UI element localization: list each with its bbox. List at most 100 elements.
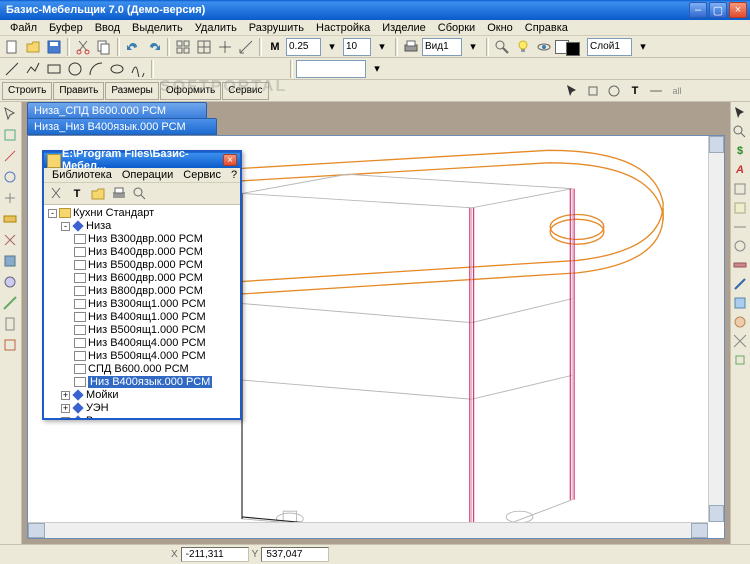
rt-tool7-icon[interactable] bbox=[731, 218, 749, 236]
rt-tool9-icon[interactable] bbox=[731, 256, 749, 274]
rect-icon[interactable] bbox=[44, 59, 64, 79]
tab-dims[interactable]: Размеры bbox=[105, 82, 159, 100]
cut-icon[interactable] bbox=[73, 37, 93, 57]
undo-icon[interactable] bbox=[123, 37, 143, 57]
rt-cursor-icon[interactable] bbox=[731, 104, 749, 122]
maximize-button[interactable]: ▢ bbox=[709, 2, 727, 18]
rt-tool11-icon[interactable] bbox=[731, 294, 749, 312]
tree-leaf[interactable]: Низ В300ящ1.000 РСМ bbox=[74, 298, 238, 311]
tree-leaf[interactable]: Низ В400двр.000 РСМ bbox=[74, 246, 238, 259]
menu-assemblies[interactable]: Сборки bbox=[432, 22, 481, 34]
text-t-icon[interactable]: T bbox=[625, 81, 645, 101]
lt-tool6-icon[interactable] bbox=[0, 209, 20, 229]
lib-search-icon[interactable] bbox=[130, 184, 150, 204]
grid1-icon[interactable] bbox=[173, 37, 193, 57]
expand-icon[interactable]: - bbox=[61, 222, 70, 231]
minimize-button[interactable]: – bbox=[689, 2, 707, 18]
menu-input[interactable]: Ввод bbox=[89, 22, 126, 34]
input-scale2[interactable] bbox=[343, 38, 371, 56]
lt-tool11-icon[interactable] bbox=[0, 314, 20, 334]
bulb-icon[interactable] bbox=[513, 37, 533, 57]
arc-icon[interactable] bbox=[86, 59, 106, 79]
snap4-icon[interactable]: all bbox=[667, 81, 687, 101]
library-tree[interactable]: -Кухни Стандарт -Низа Низ В300двр.000 РС… bbox=[44, 205, 240, 418]
doc-tab-2[interactable]: Низа_Низ В400язык.000 РСМ bbox=[27, 118, 217, 135]
scrollbar-vertical[interactable] bbox=[708, 136, 724, 522]
rt-tool14-icon[interactable] bbox=[731, 351, 749, 369]
print-icon[interactable] bbox=[401, 37, 421, 57]
snap1-icon[interactable] bbox=[583, 81, 603, 101]
linetype-select[interactable] bbox=[296, 60, 366, 78]
tree-leaf[interactable]: Низ В600двр.000 РСМ bbox=[74, 272, 238, 285]
lib-print-icon[interactable] bbox=[109, 184, 129, 204]
scrollbar-horizontal[interactable] bbox=[28, 522, 708, 538]
lt-tool10-icon[interactable] bbox=[0, 293, 20, 313]
dropdown2-icon[interactable]: ▾ bbox=[372, 37, 392, 57]
tab-service[interactable]: Сервис bbox=[222, 82, 268, 100]
expand-icon[interactable]: + bbox=[61, 404, 70, 413]
tree-root[interactable]: -Кухни Стандарт -Низа Низ В300двр.000 РС… bbox=[48, 207, 238, 418]
tree-leaf[interactable]: Низ В500двр.000 РСМ bbox=[74, 259, 238, 272]
lt-tool2-icon[interactable] bbox=[0, 125, 20, 145]
rt-tool10-icon[interactable] bbox=[731, 275, 749, 293]
open-icon[interactable] bbox=[23, 37, 43, 57]
zoom-icon[interactable] bbox=[492, 37, 512, 57]
rt-tool6-icon[interactable] bbox=[731, 199, 749, 217]
tree-leaf[interactable]: СПД В600.000 РСМ bbox=[74, 363, 238, 376]
tree-item[interactable]: +Мойки bbox=[61, 389, 238, 402]
tree-leaf-selected[interactable]: Низ В400язык.000 РСМ bbox=[74, 376, 238, 389]
tree-item[interactable]: +Верха bbox=[61, 415, 238, 418]
input-scale1[interactable] bbox=[286, 38, 321, 56]
layer-select[interactable] bbox=[587, 38, 632, 56]
pointer-icon[interactable] bbox=[562, 81, 582, 101]
tree-leaf[interactable]: Низ В400ящ1.000 РСМ bbox=[74, 311, 238, 324]
lib-text-icon[interactable]: T bbox=[67, 184, 87, 204]
layer-dropdown-icon[interactable]: ▾ bbox=[633, 37, 653, 57]
ellipse-icon[interactable] bbox=[107, 59, 127, 79]
library-close-button[interactable]: × bbox=[223, 154, 237, 166]
tree-leaf[interactable]: Низ В500ящ1.000 РСМ bbox=[74, 324, 238, 337]
lt-tool12-icon[interactable] bbox=[0, 335, 20, 355]
tab-design[interactable]: Оформить bbox=[160, 82, 221, 100]
color-black-swatch[interactable] bbox=[566, 42, 580, 56]
tree-leaf[interactable]: Низ В300двр.000 РСМ bbox=[74, 233, 238, 246]
tree-item[interactable]: +УЭН bbox=[61, 402, 238, 415]
snap2-icon[interactable] bbox=[604, 81, 624, 101]
lt-tool3-icon[interactable] bbox=[0, 146, 20, 166]
lib-folder-icon[interactable] bbox=[88, 184, 108, 204]
view-dropdown-icon[interactable]: ▾ bbox=[463, 37, 483, 57]
lt-select-icon[interactable] bbox=[0, 104, 20, 124]
tree-leaf[interactable]: Низ В800двр.000 РСМ bbox=[74, 285, 238, 298]
axis-icon[interactable] bbox=[236, 37, 256, 57]
linetype-dropdown-icon[interactable]: ▾ bbox=[367, 59, 387, 79]
menu-delete[interactable]: Удалить bbox=[189, 22, 243, 34]
lt-tool8-icon[interactable] bbox=[0, 251, 20, 271]
expand-icon[interactable]: + bbox=[61, 417, 70, 418]
tab-edit[interactable]: Править bbox=[53, 82, 104, 100]
new-file-icon[interactable] bbox=[2, 37, 22, 57]
tab-build[interactable]: Строить bbox=[2, 82, 52, 100]
lt-tool9-icon[interactable] bbox=[0, 272, 20, 292]
dropdown1-icon[interactable]: ▾ bbox=[322, 37, 342, 57]
library-titlebar[interactable]: E:\Program Files\Базис-Мебел... × bbox=[44, 152, 240, 168]
grid2-icon[interactable] bbox=[194, 37, 214, 57]
copy-icon[interactable] bbox=[94, 37, 114, 57]
rt-zoom-icon[interactable] bbox=[731, 123, 749, 141]
view-select[interactable] bbox=[422, 38, 462, 56]
menu-select[interactable]: Выделить bbox=[126, 22, 189, 34]
close-button[interactable]: × bbox=[729, 2, 747, 18]
menu-settings[interactable]: Настройка bbox=[310, 22, 376, 34]
menu-buffer[interactable]: Буфер bbox=[43, 22, 89, 34]
menu-destroy[interactable]: Разрушить bbox=[243, 22, 310, 34]
lib-cut-icon[interactable] bbox=[46, 184, 66, 204]
center-icon[interactable] bbox=[215, 37, 235, 57]
rt-a-icon[interactable]: A bbox=[731, 161, 749, 179]
tree-leaf[interactable]: Низ В500ящ4.000 РСМ bbox=[74, 350, 238, 363]
rt-tool5-icon[interactable] bbox=[731, 180, 749, 198]
rt-tool12-icon[interactable] bbox=[731, 313, 749, 331]
eye-icon[interactable] bbox=[534, 37, 554, 57]
menu-product[interactable]: Изделие bbox=[376, 22, 432, 34]
expand-icon[interactable]: + bbox=[61, 391, 70, 400]
snap3-icon[interactable] bbox=[646, 81, 666, 101]
line-icon[interactable] bbox=[2, 59, 22, 79]
